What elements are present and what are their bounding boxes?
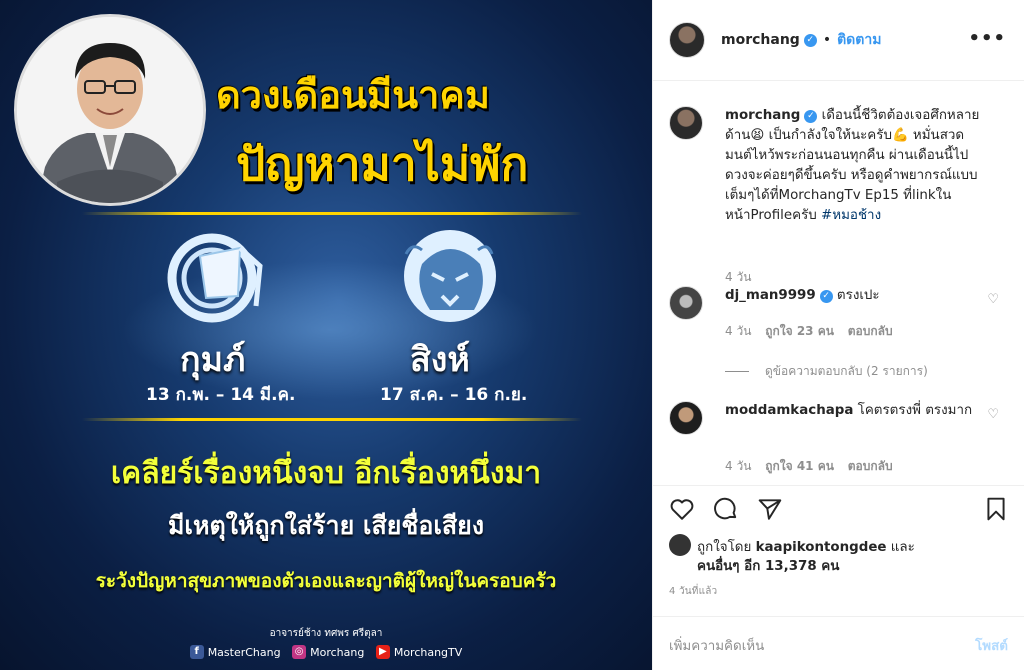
social-instagram: ◎ Morchang (292, 645, 364, 659)
comment-time[interactable]: 4 วัน (725, 324, 751, 338)
likes-mid: และ (886, 540, 915, 555)
post-comment-button[interactable]: โพสต์ (975, 635, 1008, 656)
youtube-handle: MorchangTV (393, 645, 463, 659)
person-illustration (17, 17, 203, 203)
image-warning: ระวังปัญหาสุขภาพของตัวเองและญาติผู้ใหญ่ใ… (95, 570, 557, 592)
leo-icon (404, 230, 496, 322)
likes-others-count[interactable]: คนอื่นๆ อีก 13,378 คน (697, 559, 839, 574)
divider-bottom (82, 418, 582, 421)
add-comment-bar: เพิ่มความคิดเห็น โพสต์ (653, 616, 1024, 671)
comment-time[interactable]: 4 วัน (725, 459, 751, 473)
liker-username[interactable]: kaapikontongdee (756, 540, 887, 555)
likes-prefix: ถูกใจโดย (697, 540, 756, 555)
follow-button[interactable]: ติดตาม (837, 29, 881, 51)
caption-meta: 4 วัน (725, 268, 761, 287)
commenter-username[interactable]: dj_man9999 (725, 288, 816, 303)
comment-bubble-icon[interactable] (713, 496, 739, 522)
social-youtube: ▶ MorchangTV (375, 645, 463, 659)
comment-meta: 4 วัน ถูกใจ 41 คน ตอบกลับ (725, 457, 893, 476)
comment-input[interactable]: เพิ่มความคิดเห็น (669, 635, 764, 656)
aquarius-icon (167, 233, 263, 323)
tired-face-emoji: 😫 (750, 128, 765, 143)
likes-line2: คนอื่นๆ อีก 13,378 คน (697, 555, 839, 576)
verified-icon: ✓ (819, 290, 833, 303)
verified-icon: ✓ (803, 33, 817, 47)
post-header: morchang ✓ • ติดตาม ••• (653, 0, 1024, 81)
instagram-handle: Morchang (310, 645, 365, 659)
caption-time[interactable]: 4 วัน (725, 270, 751, 284)
caption-avatar[interactable] (669, 106, 703, 140)
image-title-line2: ปัญหามาไม่พัก (236, 137, 529, 191)
image-subline: มีเหตุให้ถูกใส่ร้าย เสียชื่อเสียง (167, 511, 485, 540)
social-facebook: f MasterChang (189, 645, 281, 659)
image-headline: เคลียร์เรื่องหนึ่งจบ อีกเรื่องหนึ่งมา (110, 456, 542, 491)
comments-list[interactable]: morchang ✓ เดือนนี้ชีวิตต้องเจอศึกหลายด้า… (653, 81, 1024, 485)
caption-text-b: เป็นกำลังใจให้นะครับ (764, 128, 892, 143)
portrait-photo (14, 14, 206, 206)
caption-text: morchang ✓ เดือนนี้ชีวิตต้องเจอศึกหลายด้า… (725, 106, 981, 226)
comment-reply-button[interactable]: ตอบกลับ (848, 459, 893, 473)
comment-body: ตรงเปะ (832, 288, 880, 303)
youtube-icon: ▶ (375, 645, 390, 659)
comment-likes[interactable]: ถูกใจ 41 คน (765, 459, 834, 473)
likes-line1: ถูกใจโดย kaapikontongdee และ (697, 536, 915, 557)
comment-meta: 4 วัน ถูกใจ 23 คน ตอบกลับ (725, 322, 893, 341)
liker-avatar[interactable] (669, 534, 691, 556)
author-avatar[interactable] (669, 22, 705, 58)
image-credit: อาจารย์ช้าง ทศพร ศรีตุลา (269, 628, 383, 639)
sign1-date: 13 ก.พ. – 14 มี.ค. (146, 385, 296, 405)
comment-text: dj_man9999 ✓ ตรงเปะ (725, 286, 981, 306)
comment-text: moddamkachapa โคตรตรงพี่ ตรงมาก (725, 401, 981, 421)
flexed-biceps-emoji: 💪 (891, 128, 909, 143)
author-username[interactable]: morchang (721, 32, 800, 48)
view-replies-label[interactable]: ดูข้อความตอบกลับ (2 รายการ) (765, 362, 928, 381)
save-bookmark-icon[interactable] (983, 496, 1009, 522)
image-title-line1: ดวงเดือนมีนาคม (216, 73, 490, 117)
verified-icon: ✓ (804, 110, 818, 123)
divider-top (82, 212, 582, 215)
image-socials: f MasterChang ◎ Morchang ▶ MorchangTV (0, 644, 652, 659)
hashtag-link[interactable]: #หมอช้าง (821, 208, 881, 223)
posted-time[interactable]: 4 วันที่แล้ว (669, 584, 717, 599)
replies-dash (725, 371, 749, 372)
view-replies[interactable]: ดูข้อความตอบกลับ (2 รายการ) (725, 362, 928, 381)
action-bar (653, 485, 1024, 536)
caption-username[interactable]: morchang (725, 108, 800, 123)
sign1-name: กุมภ์ (180, 340, 246, 380)
like-heart-icon[interactable] (669, 496, 695, 522)
post-side-panel: morchang ✓ • ติดตาม ••• morchang ✓ เดือนน… (652, 0, 1024, 670)
instagram-icon: ◎ (292, 645, 307, 659)
facebook-handle: MasterChang (207, 645, 281, 659)
comment-like-heart-icon[interactable]: ♡ (987, 292, 999, 307)
comment-reply-button[interactable]: ตอบกลับ (848, 324, 893, 338)
sign2-date: 17 ส.ค. – 16 ก.ย. (380, 385, 528, 405)
comment-body: โคตรตรงพี่ ตรงมาก (853, 403, 973, 418)
more-options-icon[interactable]: ••• (968, 28, 1006, 49)
commenter-avatar[interactable] (669, 286, 703, 320)
facebook-icon: f (189, 645, 204, 659)
commenter-username[interactable]: moddamkachapa (725, 403, 853, 418)
sign2-name: สิงห์ (410, 340, 470, 380)
comment-like-heart-icon[interactable]: ♡ (987, 407, 999, 422)
post-image[interactable]: ดวงเดือนมีนาคม ปัญหามาไม่พัก กุมภ์ 13 ก.… (0, 0, 652, 670)
share-send-icon[interactable] (757, 496, 783, 522)
comment-likes[interactable]: ถูกใจ 23 คน (765, 324, 834, 338)
separator-dot: • (822, 32, 832, 48)
commenter-avatar[interactable] (669, 401, 703, 435)
instagram-post-view: ดวงเดือนมีนาคม ปัญหามาไม่พัก กุมภ์ 13 ก.… (0, 0, 1024, 670)
